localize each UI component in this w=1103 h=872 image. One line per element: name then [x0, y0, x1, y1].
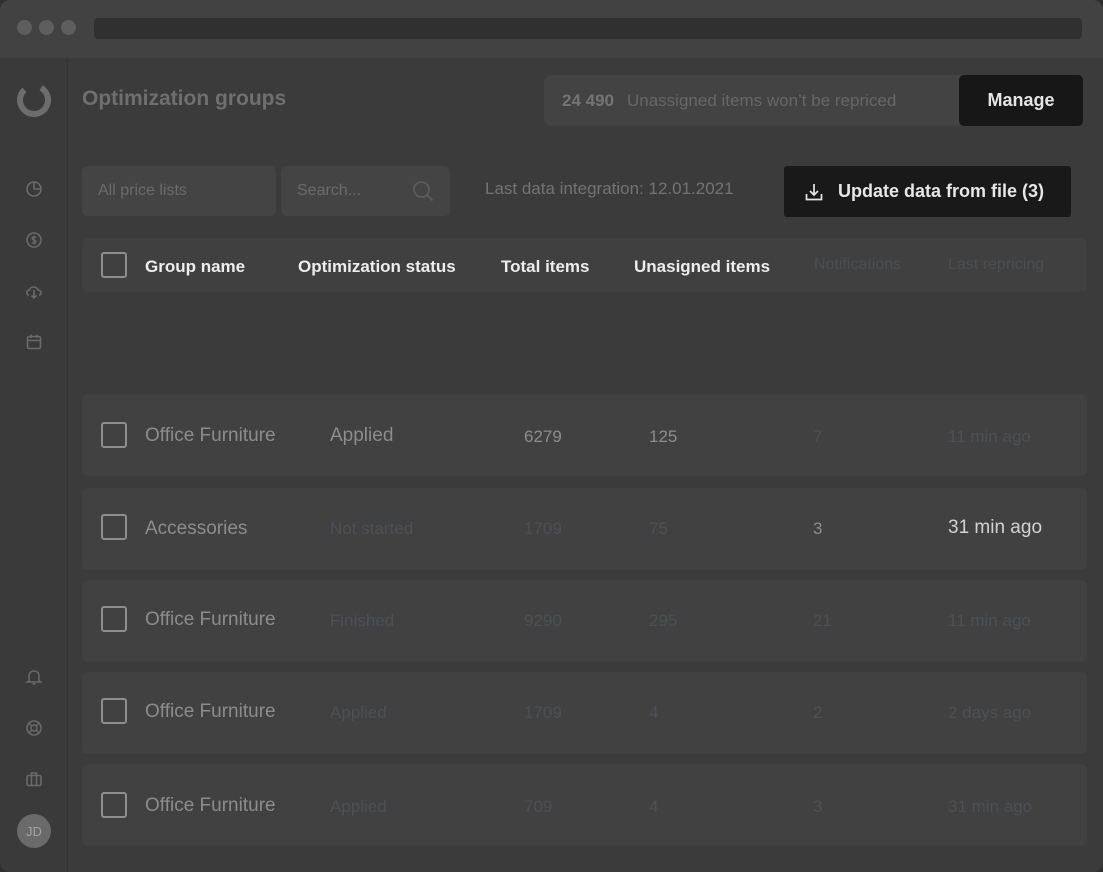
status-cell: Finished: [330, 611, 395, 630]
group-name-cell: Accessories: [145, 518, 248, 539]
column-last-repricing[interactable]: Last repricing: [948, 256, 1044, 274]
last-repricing-cell: 31 min ago: [948, 517, 1043, 538]
table-row[interactable]: Office Furniture Finished 9290 295 21 11…: [82, 580, 1087, 662]
price-list-select[interactable]: All price lists: [82, 166, 276, 216]
total-items-cell: 9290: [524, 611, 562, 630]
update-data-button[interactable]: Update data from file (3): [784, 166, 1071, 217]
app-window: JD Optimization groups 24 490 Unassigned…: [0, 0, 1103, 872]
table-row[interactable]: Accessories Not started 1709 75 3 31 min…: [82, 488, 1087, 570]
group-name-cell: Office Furniture: [145, 609, 276, 630]
window-maximize-button[interactable]: [61, 20, 76, 35]
column-optimization-status[interactable]: Optimization status: [298, 257, 456, 277]
address-bar[interactable]: [94, 18, 1082, 39]
total-items-cell: 1709: [524, 703, 562, 722]
title-bar: [0, 0, 1103, 58]
window-close-button[interactable]: [17, 20, 32, 35]
bell-icon[interactable]: [24, 667, 44, 687]
unassigned-items-cell: 125: [649, 427, 678, 446]
table-row[interactable]: Office Furniture Applied 6279 125 7 11 m…: [82, 394, 1087, 476]
table-row[interactable]: Office Furniture Applied 709 4 3 31 min …: [82, 764, 1087, 846]
table-header: Group name Optimization status Total ite…: [82, 238, 1087, 292]
select-all-checkbox[interactable]: [101, 252, 127, 278]
total-items-cell: 709: [524, 797, 553, 816]
row-checkbox[interactable]: [101, 698, 127, 724]
search-input[interactable]: Search...: [281, 166, 450, 216]
dashboard-icon[interactable]: [24, 179, 44, 199]
last-integration-text: Last data integration: 12.01.2021: [485, 179, 734, 198]
row-checkbox[interactable]: [101, 792, 127, 818]
unassigned-items-cell: 4: [649, 797, 659, 816]
total-items-cell: 6279: [524, 427, 562, 446]
last-repricing-cell: 31 min ago: [948, 797, 1033, 816]
pricing-icon[interactable]: [24, 230, 44, 250]
unassigned-items-cell: 75: [649, 519, 668, 538]
notifications-cell: 21: [813, 611, 832, 630]
table-row[interactable]: Office Furniture Applied 1709 4 2 2 days…: [82, 672, 1087, 754]
notifications-cell: 2: [813, 703, 823, 722]
column-notifications[interactable]: Notifications: [814, 256, 901, 274]
status-cell: Applied: [330, 425, 394, 446]
notifications-cell: 3: [813, 797, 823, 816]
notifications-cell: 7: [813, 427, 823, 446]
unassigned-items-cell: 295: [649, 611, 678, 630]
total-items-cell: 1709: [524, 519, 562, 538]
search-placeholder: Search...: [297, 182, 362, 199]
last-repricing-cell: 2 days ago: [948, 703, 1032, 722]
status-cell: Applied: [330, 797, 387, 816]
unassigned-banner: 24 490 Unassigned items won’t be reprice…: [544, 75, 974, 126]
notifications-cell: 3: [813, 519, 823, 538]
row-checkbox[interactable]: [101, 606, 127, 632]
price-list-value: All price lists: [98, 182, 187, 199]
search-icon: [413, 181, 434, 202]
status-cell: Not started: [330, 519, 414, 538]
last-repricing-cell: 11 min ago: [948, 427, 1031, 446]
group-name-cell: Office Furniture: [145, 795, 276, 816]
unassigned-count: 24 490: [562, 90, 614, 110]
window-minimize-button[interactable]: [39, 20, 54, 35]
page-title: Optimization groups: [82, 87, 287, 110]
calendar-icon[interactable]: [24, 332, 44, 352]
help-icon[interactable]: [24, 718, 44, 738]
column-group-name[interactable]: Group name: [145, 257, 245, 277]
status-cell: Applied: [330, 703, 387, 722]
row-checkbox[interactable]: [101, 514, 127, 540]
update-data-label: Update data from file (3): [838, 181, 1045, 201]
unassigned-items-cell: 4: [649, 703, 659, 722]
group-name-cell: Office Furniture: [145, 425, 276, 446]
unassigned-text: Unassigned items won’t be repriced: [627, 90, 897, 110]
column-unassigned-items[interactable]: Unasigned items: [634, 257, 770, 277]
download-icon: [805, 183, 823, 200]
briefcase-icon[interactable]: [24, 769, 44, 789]
column-total-items[interactable]: Total items: [501, 257, 589, 277]
cloud-download-icon[interactable]: [24, 281, 44, 301]
sidebar: JD: [0, 58, 68, 872]
row-checkbox[interactable]: [101, 422, 127, 448]
main-content: Optimization groups 24 490 Unassigned it…: [68, 58, 1103, 872]
avatar[interactable]: JD: [17, 814, 51, 848]
last-repricing-cell: 11 min ago: [948, 611, 1031, 630]
logo-icon: [17, 83, 51, 117]
manage-button[interactable]: Manage: [959, 75, 1083, 126]
group-name-cell: Office Furniture: [145, 701, 276, 722]
